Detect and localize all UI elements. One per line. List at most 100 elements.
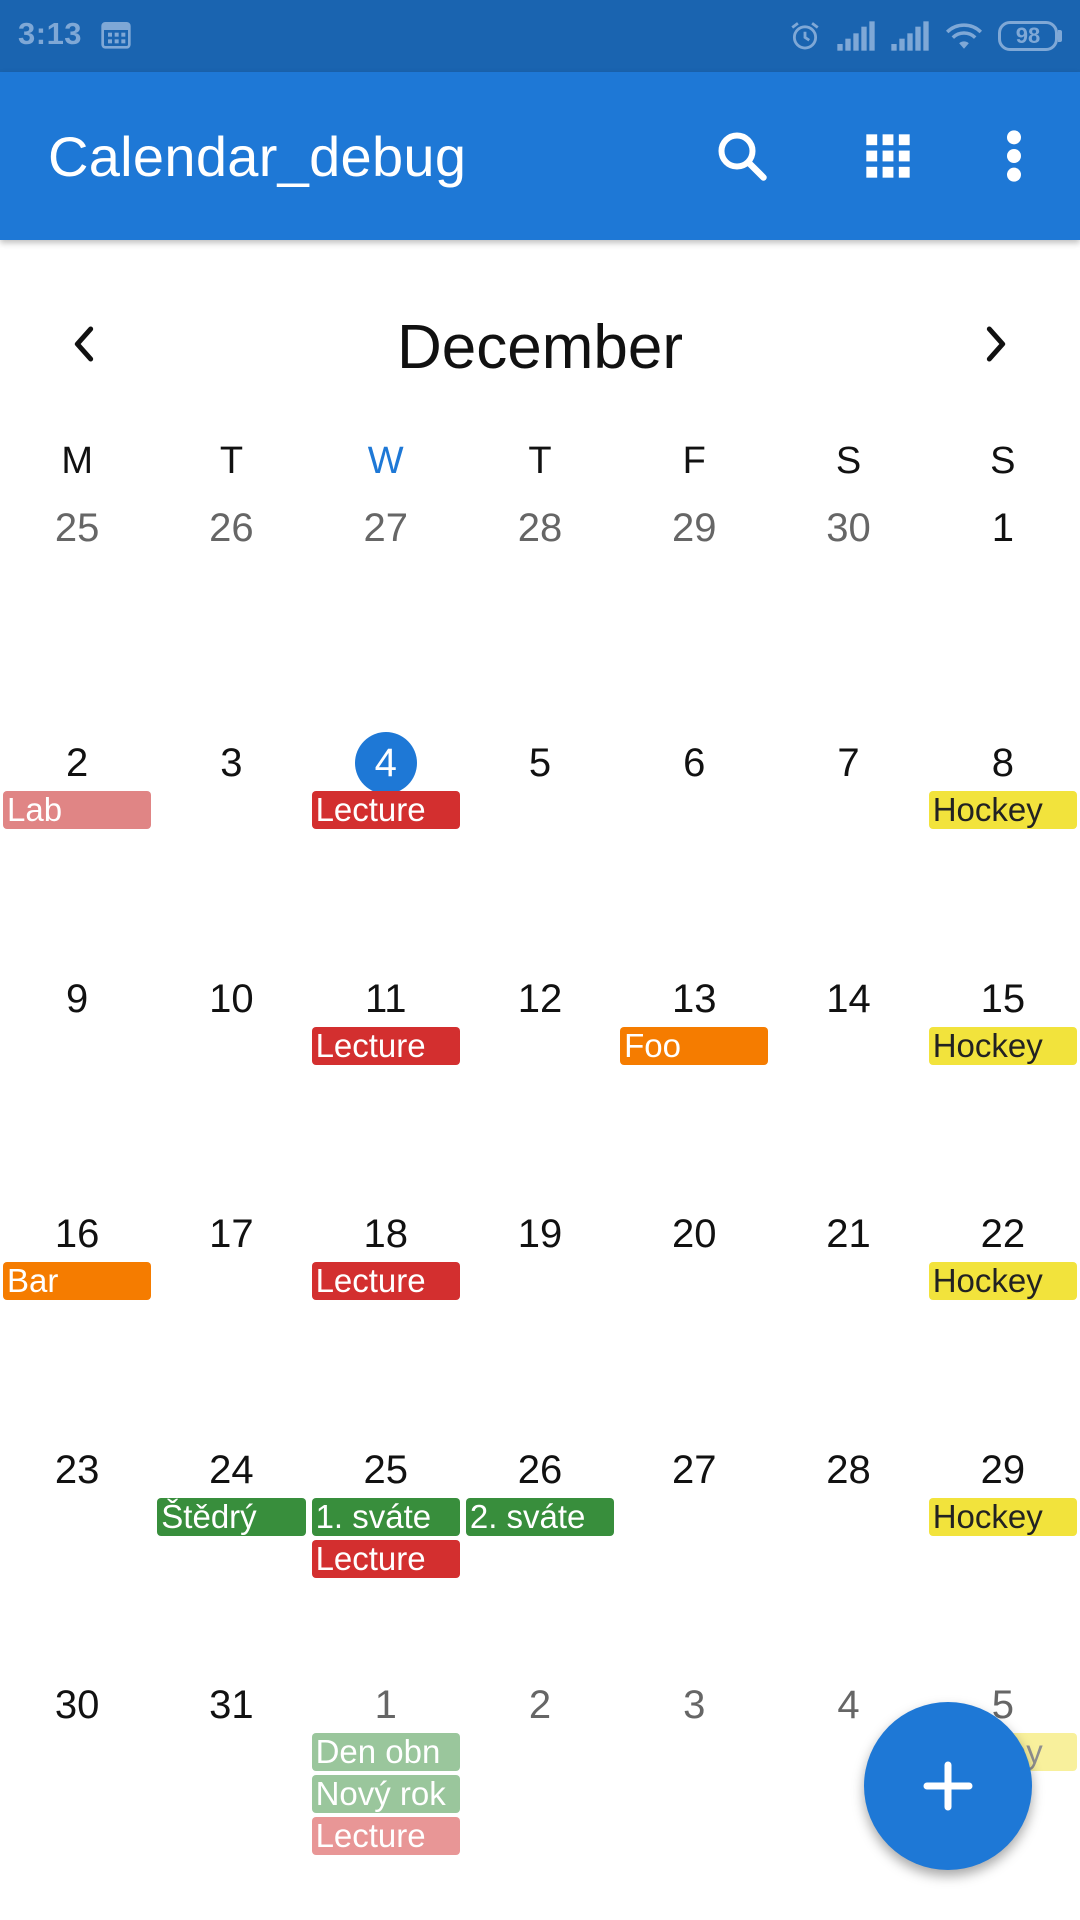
day-cell[interactable]: 18 Lecture bbox=[309, 1206, 463, 1441]
event-chip[interactable]: Bar bbox=[3, 1262, 152, 1301]
day-number: 20 bbox=[672, 1212, 717, 1257]
week-row: 2 Lab 3 4 Lecture 5 6 7 8 Hockey bbox=[0, 732, 1080, 970]
wifi-icon bbox=[945, 23, 983, 49]
day-number: 21 bbox=[826, 1212, 871, 1257]
day-cell[interactable]: 15 Hockey bbox=[926, 971, 1080, 1206]
day-cell[interactable]: 21 bbox=[771, 1206, 925, 1441]
day-cell[interactable]: 24 Štědrý bbox=[154, 1442, 308, 1677]
apps-grid-icon bbox=[866, 134, 910, 178]
event-list: Hockey bbox=[926, 791, 1080, 830]
day-number: 14 bbox=[826, 976, 871, 1021]
day-cell[interactable]: 3 bbox=[154, 735, 308, 970]
month-grid: 25 26 27 28 29 30 1 2 Lab 3 4 Lecture 5 6 7 8 Hockey 9 10 1… bbox=[0, 500, 1080, 1912]
event-chip[interactable]: Den obn bbox=[311, 1732, 460, 1771]
day-number: 11 bbox=[364, 976, 407, 1021]
event-chip[interactable]: Lecture bbox=[311, 1026, 460, 1065]
day-cell[interactable]: 13 Foo bbox=[617, 971, 771, 1206]
add-event-button[interactable] bbox=[864, 1702, 1032, 1870]
search-button[interactable] bbox=[706, 120, 778, 192]
chevron-right-icon bbox=[986, 326, 1006, 362]
day-cell[interactable]: 26 bbox=[154, 500, 308, 735]
view-switch-button[interactable] bbox=[852, 120, 924, 192]
event-list: 2. sváte bbox=[463, 1497, 617, 1536]
event-chip[interactable]: Foo bbox=[620, 1026, 769, 1065]
day-number: 29 bbox=[980, 1447, 1026, 1492]
event-list: Hockey bbox=[926, 1026, 1080, 1065]
event-list: Den obn Nový rok Lecture bbox=[309, 1732, 463, 1855]
day-cell[interactable]: 5 bbox=[463, 735, 617, 970]
day-cell[interactable]: 27 bbox=[309, 500, 463, 735]
event-chip[interactable]: Hockey bbox=[928, 1262, 1077, 1301]
day-cell[interactable]: 29 bbox=[617, 500, 771, 735]
day-cell[interactable]: 7 bbox=[771, 735, 925, 970]
day-cell[interactable]: 3 bbox=[617, 1677, 771, 1912]
event-chip[interactable]: Lecture bbox=[311, 1816, 460, 1855]
event-chip[interactable]: Hockey bbox=[928, 791, 1077, 830]
day-cell[interactable]: 23 bbox=[0, 1442, 154, 1677]
event-list: Hockey bbox=[926, 1497, 1080, 1536]
day-cell[interactable]: 25 bbox=[0, 500, 154, 735]
event-chip[interactable]: Hockey bbox=[928, 1026, 1077, 1065]
weekday-label: F bbox=[682, 440, 706, 482]
day-cell[interactable]: 30 bbox=[771, 500, 925, 735]
event-chip[interactable]: Lecture bbox=[311, 791, 460, 830]
day-cell[interactable]: 11 Lecture bbox=[309, 971, 463, 1206]
day-cell[interactable]: 26 2. sváte bbox=[463, 1442, 617, 1677]
day-cell[interactable]: 10 bbox=[154, 971, 308, 1206]
event-list: Bar bbox=[0, 1262, 154, 1301]
weekday-label: T bbox=[219, 440, 244, 482]
signal-icon bbox=[837, 21, 875, 51]
day-number: 27 bbox=[363, 506, 408, 550]
day-cell-today[interactable]: 4 Lecture bbox=[309, 732, 463, 970]
day-number: 27 bbox=[672, 1447, 717, 1492]
day-cell[interactable]: 28 bbox=[771, 1442, 925, 1677]
weekday-label: T bbox=[528, 440, 552, 482]
more-options-button[interactable] bbox=[978, 120, 1050, 192]
day-cell[interactable]: 16 Bar bbox=[0, 1206, 154, 1441]
day-cell[interactable]: 20 bbox=[617, 1206, 771, 1441]
event-chip[interactable]: Hockey bbox=[928, 1497, 1077, 1536]
event-list: Hockey bbox=[926, 1262, 1080, 1301]
day-cell[interactable]: 19 bbox=[463, 1206, 617, 1441]
day-number: 30 bbox=[54, 1682, 100, 1727]
day-cell[interactable]: 1 Den obn Nový rok Lecture bbox=[309, 1677, 463, 1912]
day-number: 8 bbox=[991, 741, 1014, 786]
event-chip[interactable]: Nový rok bbox=[311, 1774, 460, 1813]
day-cell[interactable]: 9 bbox=[0, 971, 154, 1206]
day-cell[interactable]: 25 1. sváte Lecture bbox=[309, 1442, 463, 1677]
day-number: 19 bbox=[517, 1212, 563, 1257]
week-row: 9 10 11 Lecture 12 13 Foo 14 15 Hockey bbox=[0, 971, 1080, 1206]
day-number: 31 bbox=[209, 1682, 254, 1727]
event-chip[interactable]: Lecture bbox=[311, 1539, 460, 1578]
battery-tip bbox=[1058, 30, 1062, 42]
weekday-label: M bbox=[61, 440, 93, 482]
day-cell[interactable]: 2 Lab bbox=[0, 735, 154, 970]
day-cell[interactable]: 6 bbox=[617, 735, 771, 970]
day-number: 4 bbox=[309, 732, 463, 795]
day-cell[interactable]: 12 bbox=[463, 971, 617, 1206]
battery-indicator: 98 bbox=[998, 21, 1062, 51]
event-list: Lecture bbox=[309, 1262, 463, 1301]
day-cell[interactable]: 31 bbox=[154, 1677, 308, 1912]
next-month-button[interactable] bbox=[964, 312, 1028, 376]
day-cell[interactable]: 27 bbox=[617, 1442, 771, 1677]
event-chip[interactable]: 1. sváte bbox=[311, 1497, 460, 1536]
day-number: 1 bbox=[991, 506, 1014, 550]
day-cell[interactable]: 2 bbox=[463, 1677, 617, 1912]
day-cell[interactable]: 8 Hockey bbox=[926, 735, 1080, 970]
day-cell[interactable]: 22 Hockey bbox=[926, 1206, 1080, 1441]
day-cell[interactable]: 17 bbox=[154, 1206, 308, 1441]
day-cell[interactable]: 28 bbox=[463, 500, 617, 735]
event-chip[interactable]: Lecture bbox=[311, 1262, 460, 1301]
day-cell[interactable]: 1 bbox=[926, 500, 1080, 735]
event-chip[interactable]: 2. sváte bbox=[465, 1497, 615, 1536]
day-cell[interactable]: 29 Hockey bbox=[926, 1442, 1080, 1677]
day-cell[interactable]: 30 bbox=[0, 1677, 154, 1912]
day-number: 28 bbox=[517, 506, 563, 550]
event-chip[interactable]: Lab bbox=[3, 791, 152, 830]
day-cell[interactable]: 14 bbox=[771, 971, 925, 1206]
add-icon bbox=[923, 1761, 973, 1811]
event-chip[interactable]: Štědrý bbox=[157, 1497, 306, 1536]
day-number: 30 bbox=[826, 506, 871, 550]
alarm-icon bbox=[791, 22, 819, 50]
